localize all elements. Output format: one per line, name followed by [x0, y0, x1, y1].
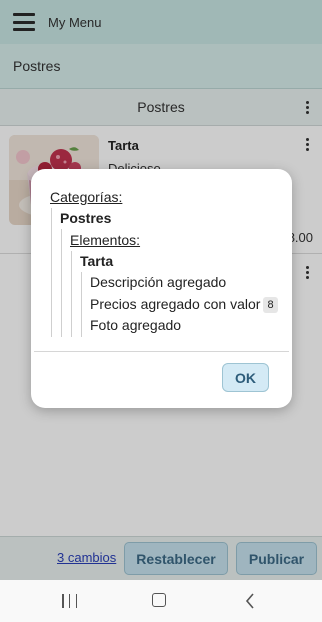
element-group: Tarta Descripción agregado Precios agreg… — [71, 251, 285, 337]
elements-group: Elementos: Tarta Descripción agregado Pr… — [61, 229, 285, 337]
back-icon[interactable] — [244, 593, 256, 609]
ok-button[interactable]: OK — [222, 363, 269, 392]
changes-dialog: Categorías: Postres Elementos: Tarta Des… — [31, 169, 292, 408]
changes-tree: Categorías: Postres Elementos: Tarta Des… — [50, 187, 285, 337]
dialog-divider — [34, 351, 289, 352]
categories-label: Categorías: — [50, 189, 123, 205]
change-item: Precios agregado con valor 8 — [90, 294, 285, 316]
value-badge: 8 — [263, 296, 278, 313]
element-name: Tarta — [80, 253, 114, 269]
system-nav-bar — [0, 580, 322, 622]
change-list: Descripción agregado Precios agregado co… — [81, 272, 285, 337]
elements-label: Elementos: — [70, 232, 141, 248]
home-icon[interactable] — [152, 593, 166, 607]
category-name: Postres — [60, 210, 112, 226]
recents-icon[interactable] — [62, 594, 77, 608]
change-item: Foto agregado — [90, 317, 182, 333]
category-group: Postres Elementos: Tarta Descripción agr… — [51, 208, 285, 337]
change-item-text: Precios agregado con valor — [90, 295, 261, 312]
change-item: Descripción agregado — [90, 274, 227, 290]
